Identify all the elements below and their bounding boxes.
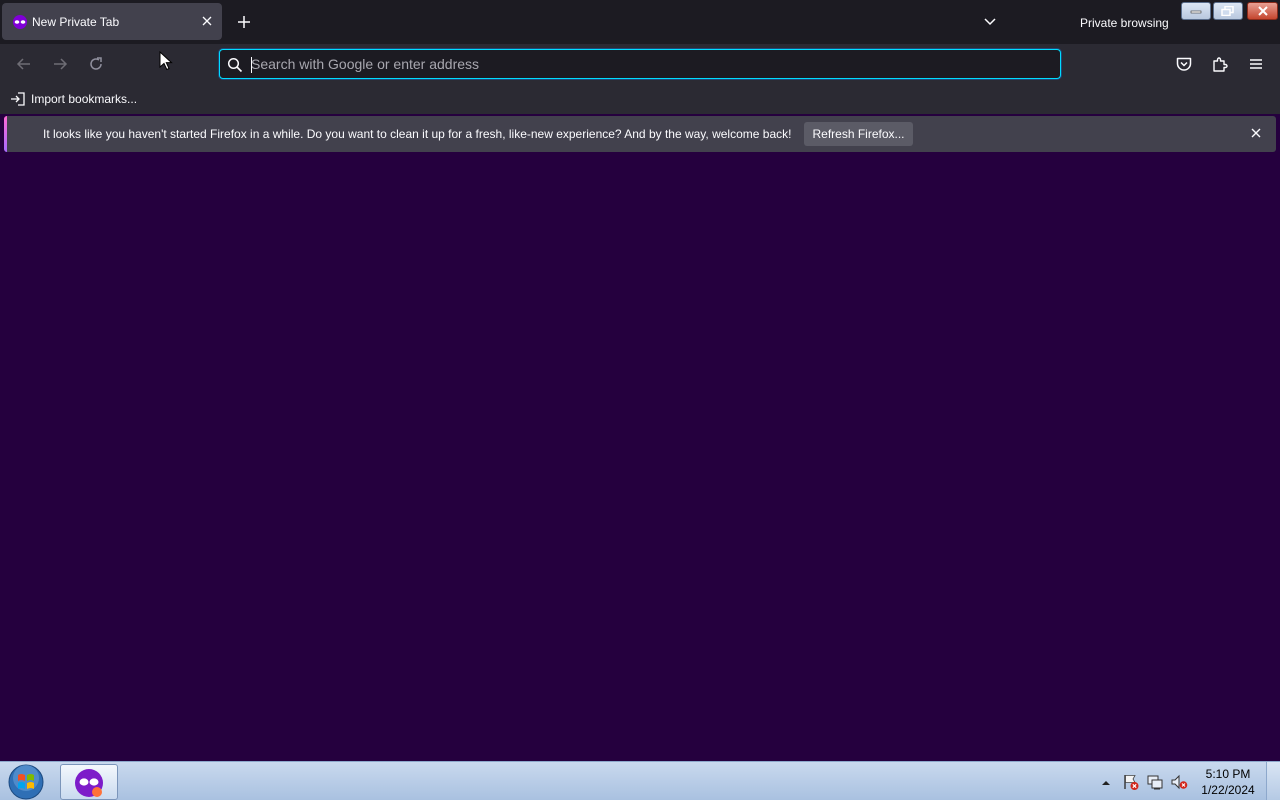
refresh-notification-bar: It looks like you haven't started Firefo… <box>4 116 1276 152</box>
new-tab-plus-icon[interactable] <box>234 12 254 32</box>
show-hidden-icons-arrow-icon[interactable] <box>1101 776 1111 785</box>
action-center-flag-icon[interactable] <box>1122 773 1140 791</box>
firefox-private-icon <box>75 769 103 797</box>
address-bar[interactable] <box>219 49 1061 79</box>
import-icon <box>11 92 25 106</box>
reload-icon[interactable] <box>86 54 106 74</box>
private-browsing-label: Private browsing <box>1080 16 1169 30</box>
back-arrow-icon[interactable] <box>14 54 34 74</box>
import-bookmarks-label: Import bookmarks... <box>31 92 138 106</box>
search-icon <box>227 57 243 73</box>
clock-date: 1/22/2024 <box>1201 783 1255 797</box>
minimize-button[interactable] <box>1181 2 1211 20</box>
chevron-down-icon[interactable] <box>980 12 1000 32</box>
windows-taskbar: 5:10 PM 1/22/2024 <box>0 761 1280 800</box>
close-tab-icon[interactable] <box>200 14 214 28</box>
hamburger-menu-icon[interactable] <box>1246 54 1266 74</box>
tab-title: New Private Tab <box>32 15 120 29</box>
text-caret <box>251 57 252 73</box>
clock-time: 5:10 PM <box>1205 767 1251 781</box>
private-mask-icon <box>12 15 28 29</box>
restore-button[interactable] <box>1213 2 1243 20</box>
system-clock[interactable]: 5:10 PM 1/22/2024 <box>1196 766 1260 798</box>
refresh-firefox-button[interactable]: Refresh Firefox... <box>804 122 913 146</box>
volume-muted-icon[interactable] <box>1170 773 1188 791</box>
tab-strip: New Private Tab Private browsing <box>0 0 1280 44</box>
pocket-icon[interactable] <box>1174 54 1194 74</box>
close-notification-icon[interactable] <box>1248 125 1264 141</box>
extensions-puzzle-icon[interactable] <box>1210 54 1230 74</box>
close-window-button[interactable] <box>1247 2 1278 20</box>
tab-new-private-tab[interactable]: New Private Tab <box>2 3 222 40</box>
taskbar-firefox-private-button[interactable] <box>60 764 118 800</box>
network-icon[interactable] <box>1146 773 1164 791</box>
mouse-cursor-icon <box>159 50 173 71</box>
navigation-toolbar <box>0 44 1280 84</box>
forward-arrow-icon[interactable] <box>50 54 70 74</box>
notification-accent <box>4 116 7 152</box>
start-button[interactable] <box>7 763 45 800</box>
page-content[interactable] <box>0 155 1280 761</box>
bookmarks-toolbar: Import bookmarks... <box>0 84 1280 114</box>
search-input[interactable] <box>251 54 1041 74</box>
import-bookmarks-button[interactable]: Import bookmarks... <box>10 90 137 108</box>
show-desktop-button[interactable] <box>1266 762 1280 800</box>
notification-message: It looks like you haven't started Firefo… <box>43 127 792 141</box>
